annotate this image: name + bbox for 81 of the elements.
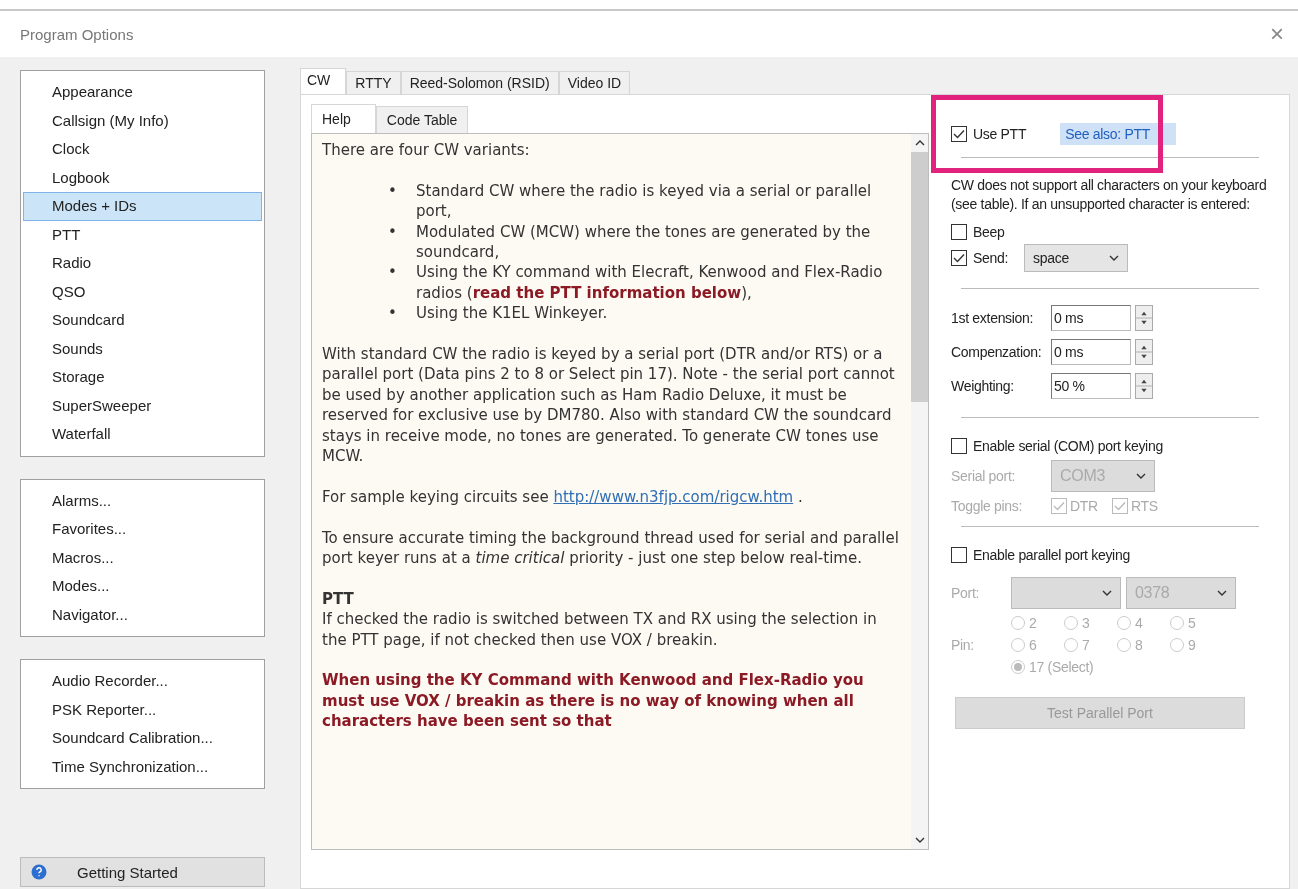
mode-tab[interactable]: Reed-Solomon (RSID) [400,71,559,94]
bullet-item: Using the KY command with Elecraft, Kenwood and Flex-Radio radios (read the PTT information below), [416,262,884,304]
sidebar-item[interactable]: Soundcard Calibration... [23,724,262,753]
sidebar-item[interactable]: Callsign (My Info) [23,106,262,135]
dropdown-icon [1109,255,1120,261]
note-text: CW does not support all characters on your keyboard (see table). If an unsupported character is entered: [951,176,1268,214]
scroll-down-icon [914,837,925,843]
sidebar-item[interactable]: Logbook [23,163,262,192]
sidebar-item[interactable]: Modes... [23,572,262,601]
mode-tab[interactable]: CW [300,68,347,94]
help-heading: PTT [322,588,355,610]
field-label: Weighting: [951,378,1015,394]
bullet-item: Modulated CW (MCW) where the tones are generated by the soundcard, [416,221,872,263]
checkbox-label: RTS [1130,498,1158,514]
sidebar-item[interactable]: SuperSweeper [23,391,262,420]
sidebar-item[interactable]: Audio Recorder... [23,667,262,696]
checkbox[interactable] [951,250,967,266]
dropdown-icon [1136,473,1146,479]
checkbox-label: Beep [973,224,1005,240]
window-title: Program Options [20,25,134,43]
sidebar-item[interactable]: Soundcard [23,306,262,335]
spin-arrows-icon[interactable] [1135,373,1153,399]
bullet-item: Standard CW where the radio is keyed via a serial or parallel port, [416,180,873,222]
checkbox-label: DTR [1070,498,1098,514]
close-button[interactable]: × [1270,20,1284,48]
spin-field[interactable]: 0 ms [1051,339,1131,365]
see-also-link[interactable]: See also: PTT [1060,123,1176,145]
mode-tab[interactable]: RTTY [346,71,401,94]
sidebar-item[interactable]: Radio [23,249,262,278]
sub-tab[interactable]: Help [311,104,376,133]
scrollbar[interactable] [911,134,928,849]
sidebar-item[interactable]: PTT [23,220,262,249]
sidebar-item[interactable]: Appearance [23,78,262,107]
sidebar-item[interactable]: Storage [23,363,262,392]
spin-field[interactable]: 0 ms [1051,305,1131,331]
scroll-up-icon [914,140,925,146]
field-label: Toggle pins: [951,498,1024,514]
spin-arrows-icon[interactable] [1135,305,1153,331]
checkbox[interactable] [951,126,967,142]
mode-tab[interactable]: Video ID [558,71,631,94]
getting-started-button[interactable]: Getting Started [20,857,265,887]
sidebar-item[interactable]: Favorites... [23,515,262,544]
spin-arrows-icon[interactable] [1135,339,1153,365]
sidebar-item[interactable]: Sounds [23,334,262,363]
sidebar-item[interactable]: Navigator... [23,600,262,629]
keying-circuits-link[interactable]: http://www.n3fjp.com/rigcw.htm [553,487,794,506]
field-label: Serial port: [951,468,1017,484]
dropdown-icon [1102,590,1112,596]
sidebar-item[interactable]: PSK Reporter... [23,695,262,724]
bullet-mark: • [388,262,398,283]
sidebar-item[interactable]: Waterfall [23,420,262,449]
help-paragraph: If checked the radio is switched between TX and RX using the selection in the PTT page, if not checked then use VOX / breakin. [322,609,878,651]
sidebar-item[interactable]: Alarms... [23,486,262,515]
help-paragraph: For sample keying circuits see http://www.n3fjp.com/rigcw.htm . [322,486,804,508]
checkbox-label: Enable serial (COM) port keying [973,438,1163,454]
sidebar-item[interactable]: Macros... [23,543,262,572]
help-paragraph: With standard CW the radio is keyed by a serial port (DTR and/or RTS) or a parallel port (Data pins 2 to 8 or Select pin 17). Note - the serial port cannot be used by another application such as Ham Radio Deluxe, it must be reserved for exclusive use by DM780. Also with standard CW the soundcard stays in receive mode, no tones are generated. To generate CW tones use MCW. [322,344,896,467]
sidebar-item[interactable]: Modes + IDs [23,192,262,221]
send-dropdown[interactable]: space [1024,244,1129,272]
help-paragraph: To ensure accurate timing the background thread used for serial and parallel port keyer runs at a time critical priority - just one step below real-time. [322,527,900,569]
bullet-mark: • [388,303,398,324]
bullet-item: Using the K1EL Winkeyer. [416,303,608,324]
help-paragraph: There are four CW variants: [322,140,531,161]
warning-paragraph: When using the KY Command with Kenwood and Flex-Radio you must use VOX / breakin as there is no way of knowing when all characters have been sent so that [322,670,865,732]
bullet-mark: • [388,180,398,202]
checkbox-label: Send: [973,250,1009,266]
sidebar-item[interactable]: Time Synchronization... [23,752,262,781]
field-label: Port: [951,585,981,601]
sub-tab[interactable]: Code Table [375,106,469,133]
sidebar-item[interactable]: Clock [23,135,262,164]
dropdown-icon [1217,590,1227,596]
checkbox-label: Use PTT [973,126,1027,142]
field-label: Pin: [951,637,975,653]
checkbox[interactable] [951,224,967,240]
bullet-mark: • [388,221,398,242]
help-icon [31,864,47,880]
field-label: 1st extension: [951,310,1035,326]
sidebar-item[interactable]: QSO [23,277,262,306]
spin-field[interactable]: 50 % [1051,373,1131,399]
field-label: Compenzation: [951,344,1043,360]
checkbox-label: Enable parallel port keying [973,547,1130,563]
